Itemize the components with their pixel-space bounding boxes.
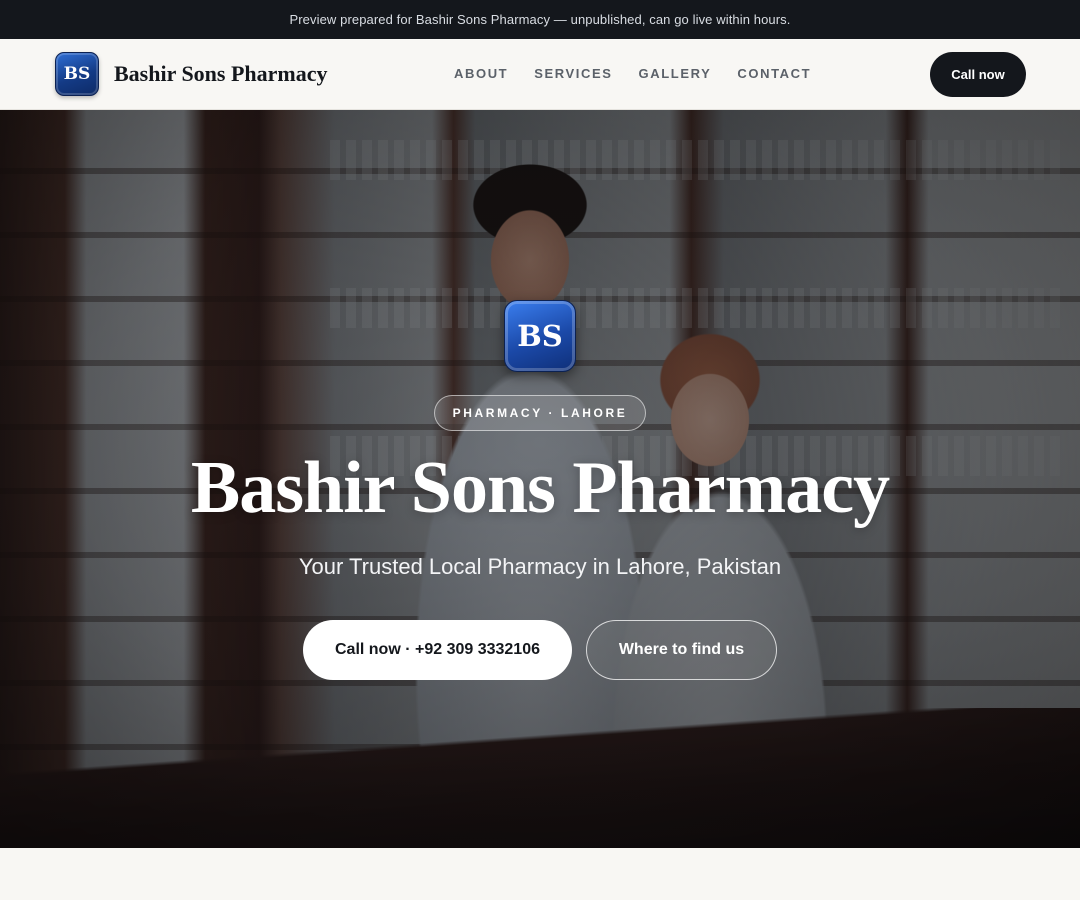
site-header: BS Bashir Sons Pharmacy ABOUT SERVICES G… [0, 39, 1080, 110]
header-call-button[interactable]: Call now [930, 52, 1026, 97]
brand-name[interactable]: Bashir Sons Pharmacy [114, 61, 328, 87]
page-continuation [0, 848, 1080, 900]
preview-banner-text: Preview prepared for Bashir Sons Pharmac… [289, 12, 791, 27]
hero-section: BS PHARMACY · LAHORE Bashir Sons Pharmac… [0, 110, 1080, 848]
hero-title: Bashir Sons Pharmacy [190, 447, 890, 529]
logo-badge[interactable]: BS [55, 52, 99, 96]
hero-logo-initials: BS [517, 319, 563, 353]
nav-link-about[interactable]: ABOUT [454, 66, 508, 81]
find-us-button[interactable]: Where to find us [586, 620, 777, 680]
nav-link-gallery[interactable]: GALLERY [639, 66, 712, 81]
nav-link-contact[interactable]: CONTACT [737, 66, 811, 81]
main-nav: ABOUT SERVICES GALLERY CONTACT [454, 66, 811, 81]
call-now-button[interactable]: Call now · +92 309 3332106 [303, 620, 572, 680]
hero-subtitle: Your Trusted Local Pharmacy in Lahore, P… [298, 554, 782, 579]
logo-initials: BS [63, 64, 91, 84]
hero-logo-badge: BS [504, 300, 576, 372]
preview-banner: Preview prepared for Bashir Sons Pharmac… [0, 0, 1080, 39]
hero-category-tag: PHARMACY · LAHORE [434, 395, 646, 431]
nav-link-services[interactable]: SERVICES [534, 66, 612, 81]
